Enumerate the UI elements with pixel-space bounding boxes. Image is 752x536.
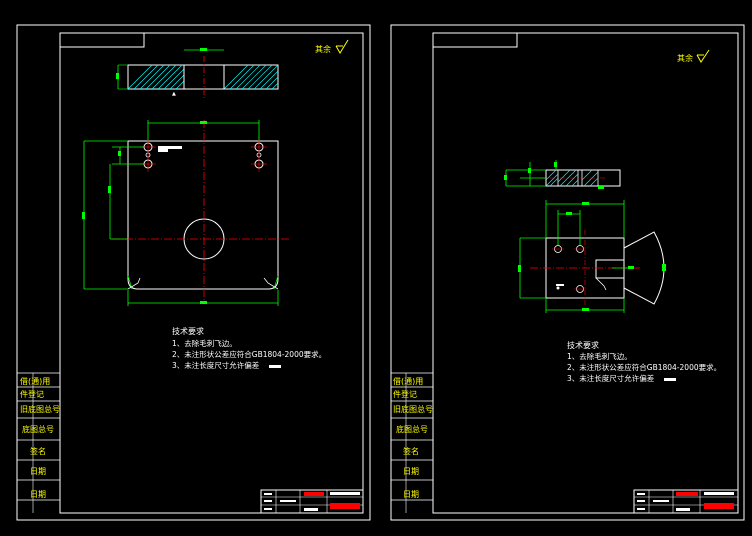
right-side-label-register: 件登记 (393, 389, 417, 399)
roughness-note-text: 其余 (315, 44, 331, 54)
right-red-block-2 (704, 503, 734, 509)
right-tech-item-3: 3、未注长度尺寸允许偏差 (567, 373, 655, 383)
tech-title: 技术要求 (172, 326, 204, 336)
right-side-label-old-drawing-no: 旧底图总号 (393, 404, 433, 414)
right-roughness-note-text: 其余 (677, 53, 693, 63)
side-label-signature: 签名 (30, 446, 46, 456)
side-label-date: 日期 (30, 467, 46, 476)
side-label-borrowed: 借(通)用 (20, 376, 50, 386)
svg-text:▲: ▲ (172, 91, 176, 97)
right-side-label-drawing-no: 底图总号 (396, 424, 428, 434)
right-tech-item-1: 1、去除毛刺飞边。 (567, 351, 632, 361)
cad-drawing-canvas: 借(通)用 件登记 旧底图总号 底图总号 签名 日期 日期 其余 ▲ 技术要求 … (0, 0, 752, 536)
right-side-label-date-2: 日期 (403, 490, 419, 499)
side-label-old-drawing-no: 旧底图总号 (20, 404, 60, 414)
right-red-block-1 (676, 492, 698, 496)
right-side-label-borrowed: 借(通)用 (393, 376, 423, 386)
right-tech-item-2: 2、未注形状公差应符合GB1804-2000要求。 (567, 362, 721, 372)
tech-item-2: 2、未注形状公差应符合GB1804-2000要求。 (172, 349, 326, 359)
side-label-date-2: 日期 (30, 490, 46, 499)
left-red-block-2 (330, 503, 360, 509)
left-red-block-1 (304, 492, 324, 496)
tech-item-1: 1、去除毛刺飞边。 (172, 338, 237, 348)
tech-item-3: 3、未注长度尺寸允许偏差 (172, 360, 260, 370)
right-side-label-date: 日期 (403, 467, 419, 476)
right-side-label-signature: 签名 (403, 446, 419, 456)
side-label-drawing-no: 底图总号 (22, 424, 54, 434)
side-label-register: 件登记 (20, 389, 44, 399)
right-tech-title: 技术要求 (567, 340, 599, 350)
